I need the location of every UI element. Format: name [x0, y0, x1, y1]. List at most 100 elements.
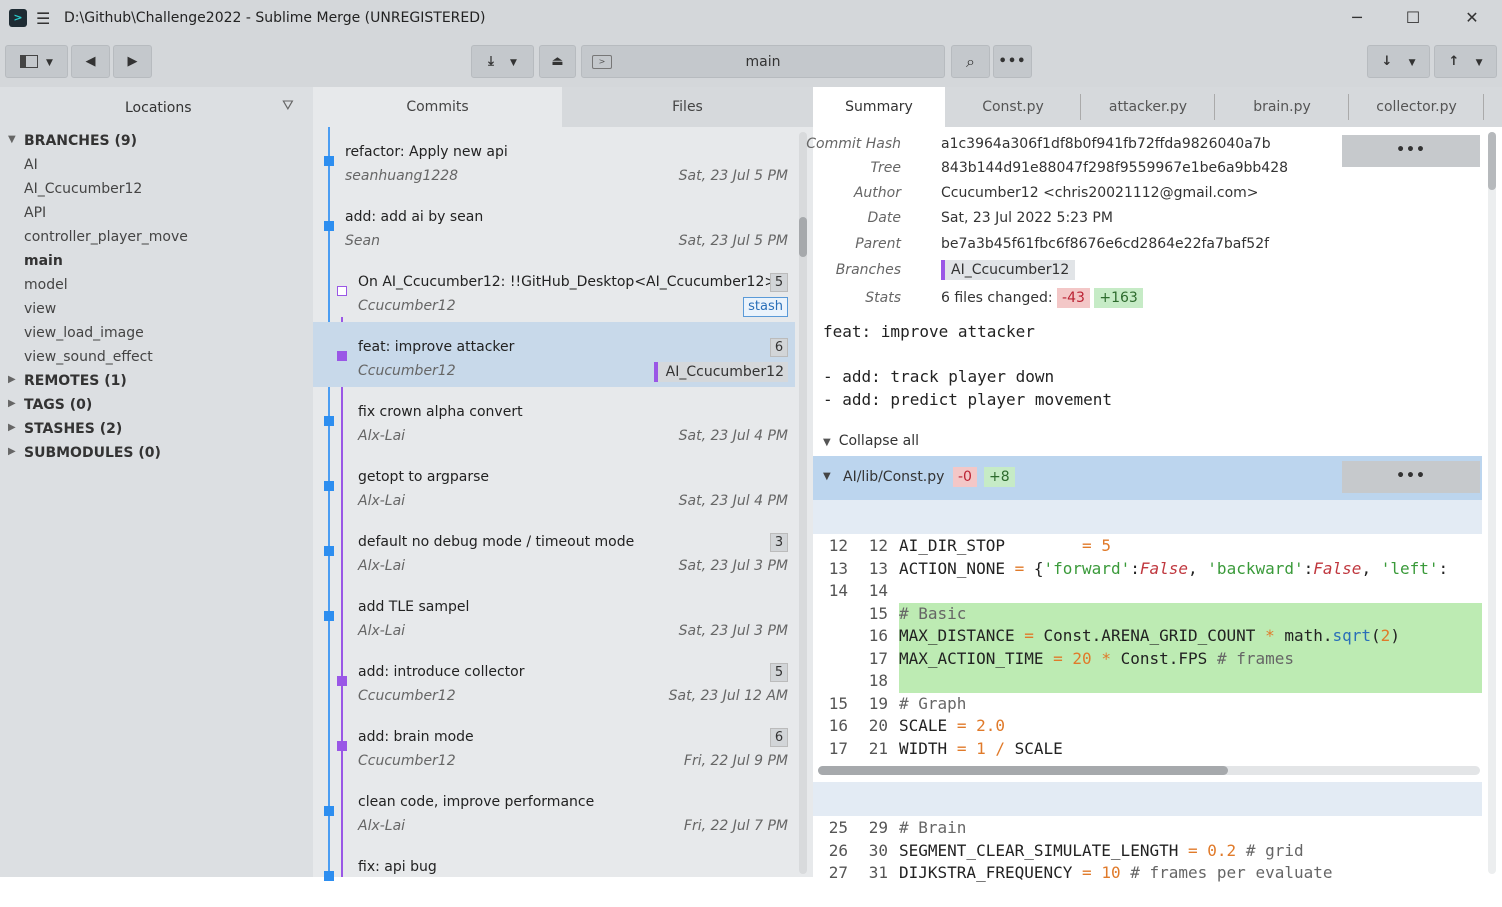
pop-stash-button[interactable]: ⏏ — [539, 45, 576, 78]
tab-collector-py[interactable]: collector.py — [1349, 87, 1484, 127]
commit-date: Sat, 23 Jul 4 PM — [678, 428, 788, 444]
hunk-header[interactable] — [813, 782, 1482, 816]
sidebar-item-label: controller_player_move — [24, 229, 188, 245]
maximize-icon[interactable]: ☐ — [1391, 4, 1435, 32]
commits-scrollbar[interactable] — [799, 132, 807, 874]
tab-attacker-py[interactable]: attacker.py — [1081, 87, 1215, 127]
branch-tag[interactable]: AI_Ccucumber12 — [941, 260, 1076, 280]
commit-row[interactable]: feat: improve attacker Ccucumber12 6 AI_Ccu… — [313, 322, 795, 387]
sidebar-item[interactable]: ▶ REMOTES (1) — [0, 370, 313, 394]
sidebar-item-label: model — [24, 277, 68, 293]
commit-row[interactable]: getopt to argparse Alx-Lai Sat, 23 Jul 4 P… — [313, 452, 795, 517]
date-row: Date Sat, 23 Jul 2022 5:23 PM — [867, 210, 1113, 226]
old-line-number: 16 — [828, 716, 848, 735]
more-button[interactable]: ••• — [993, 45, 1032, 78]
old-line-number: 27 — [828, 863, 848, 882]
detail-scrollbar[interactable] — [1488, 132, 1496, 874]
sidebar-item-label: TAGS (0) — [24, 397, 93, 413]
sidebar-item[interactable]: ▶ STASHES (2) — [0, 418, 313, 442]
chevron-down-icon[interactable]: ▼ — [8, 134, 16, 145]
new-line-number: 20 — [868, 716, 888, 735]
sidebar-item[interactable]: AI_Ccucumber12 — [0, 178, 313, 202]
chevron-down-icon: ▼ — [823, 437, 831, 448]
branch-selector[interactable]: > main — [581, 45, 945, 78]
commit-message: On AI_Ccucumber12: !!GitHub_Desktop<AI_C… — [358, 274, 777, 290]
commit-row[interactable]: fix crown alpha convert Alx-Lai Sat, 23 Ju… — [313, 387, 795, 452]
close-icon[interactable]: ✕ — [1450, 4, 1494, 32]
tab-commits[interactable]: Commits — [313, 87, 562, 127]
branch-tag[interactable]: AI_Ccucumber12 — [653, 362, 788, 382]
sidebar-item[interactable]: API — [0, 202, 313, 226]
detail-tabbar: Summary Const.py attacker.py brain.py co… — [813, 87, 1502, 127]
new-line-number: 18 — [868, 671, 888, 690]
chevron-right-icon[interactable]: ▶ — [8, 422, 16, 433]
back-button[interactable]: ◀ — [71, 45, 110, 78]
sidebar-item[interactable]: ▶ SUBMODULES (0) — [0, 442, 313, 466]
old-line-number: 25 — [828, 818, 848, 837]
diff-line: 16 20 SCALE = 2.0 — [813, 715, 1482, 738]
commit-row[interactable]: add: brain mode Ccucumber12 Fri, 22 Jul 9 … — [313, 712, 795, 777]
hunk-header[interactable] — [813, 500, 1482, 534]
commit-row[interactable]: refactor: Apply new api seanhuang1228 Sat,… — [313, 127, 795, 192]
commit-author: Alx-Lai — [358, 493, 406, 509]
sidebar-item[interactable]: view_load_image — [0, 322, 313, 346]
commit-row[interactable]: fix: api bug — [313, 842, 795, 907]
search-icon: ⌕ — [966, 52, 975, 71]
locations-sidebar: Locations ⛛ ▼ BRANCHES (9) AI AI_Ccucumber1… — [0, 87, 313, 877]
sidebar-item[interactable]: main — [0, 250, 313, 274]
sidebar-item[interactable]: view — [0, 298, 313, 322]
commit-row[interactable]: default no debug mode / timeout mode Alx-… — [313, 517, 795, 582]
file-header[interactable]: ▼ AI/lib/Const.py -0 +8 ••• — [813, 456, 1482, 500]
menu-icon[interactable]: ☰ — [36, 9, 50, 28]
chevron-right-icon[interactable]: ▶ — [8, 446, 16, 457]
author-row: Author Ccucumber12 <chris20021112@gmail.c… — [853, 185, 1259, 201]
tab-files[interactable]: Files — [562, 87, 813, 127]
toggle-sidebar-button[interactable]: ▼ — [5, 45, 68, 78]
chevron-down-icon: ▼ — [509, 58, 517, 68]
tab-brain-py[interactable]: brain.py — [1215, 87, 1349, 127]
filter-icon[interactable]: ⛛ — [282, 98, 294, 114]
sidebar-item[interactable]: AI — [0, 154, 313, 178]
pull-button[interactable]: ↓ ▼ — [1367, 45, 1430, 78]
commit-node — [324, 221, 334, 231]
commit-more-button[interactable]: ••• — [1342, 135, 1480, 167]
sidebar-item[interactable]: model — [0, 274, 313, 298]
code-text: # Brain — [899, 818, 967, 837]
sidebar-item[interactable]: ▼ BRANCHES (9) — [0, 130, 313, 154]
diff-horizontal-scrollbar[interactable] — [818, 766, 1480, 775]
parent-hash[interactable]: be7a3b45f61fbc6f8676e6cd2864e22fa7baf52f — [941, 236, 1269, 252]
minimize-icon[interactable]: ─ — [1335, 4, 1379, 32]
chevron-right-icon[interactable]: ▶ — [8, 374, 16, 385]
commit-row[interactable]: add TLE sampel Alx-Lai Sat, 23 Jul 3 PM — [313, 582, 795, 647]
scrollbar-thumb[interactable] — [1488, 132, 1496, 190]
scrollbar-thumb[interactable] — [818, 766, 1228, 775]
stash-icon: ⤓ — [488, 54, 494, 69]
sidebar-item-label: view — [24, 301, 57, 317]
commit-row[interactable]: add: introduce collector Ccucumber12 Sat, … — [313, 647, 795, 712]
tab-summary[interactable]: Summary — [813, 87, 945, 127]
forward-button[interactable]: ▶ — [113, 45, 152, 78]
sidebar-item[interactable]: ▶ TAGS (0) — [0, 394, 313, 418]
search-button[interactable]: ⌕ — [951, 45, 990, 78]
additions-badge: +163 — [1094, 288, 1143, 308]
scrollbar-thumb[interactable] — [799, 217, 807, 257]
commit-row[interactable]: On AI_Ccucumber12: !!GitHub_Desktop<AI_C… — [313, 257, 795, 322]
tree-hash[interactable]: 843b144d91e88047f298f9559967e1be6a9bb428 — [941, 160, 1288, 176]
tab-const-py[interactable]: Const.py — [945, 87, 1081, 127]
deletions-badge: -43 — [1057, 288, 1090, 308]
sidebar-item[interactable]: view_sound_effect — [0, 346, 313, 370]
file-more-button[interactable]: ••• — [1342, 461, 1480, 493]
commit-row[interactable]: clean code, improve performance Alx-Lai Fr… — [313, 777, 795, 842]
commit-node — [337, 741, 347, 751]
commit-message: fix crown alpha convert — [358, 404, 523, 420]
old-line-number: 15 — [828, 693, 848, 713]
commit-row[interactable]: add: add ai by sean Sean Sat, 23 Jul 5 PM — [313, 192, 795, 257]
commit-hash[interactable]: a1c3964a306f1df8b0f941fb72ffda9826040a7b — [941, 136, 1271, 152]
chevron-right-icon[interactable]: ▶ — [8, 398, 16, 409]
chevron-down-icon: ▼ — [1408, 58, 1416, 68]
code-text: SCALE = 2.0 — [899, 716, 1005, 735]
sidebar-item[interactable]: controller_player_move — [0, 226, 313, 250]
collapse-all-button[interactable]: ▼ Collapse all — [823, 433, 919, 449]
push-button[interactable]: ↑ ▼ — [1434, 45, 1497, 78]
stash-button[interactable]: ⤓ ▼ — [471, 45, 534, 78]
